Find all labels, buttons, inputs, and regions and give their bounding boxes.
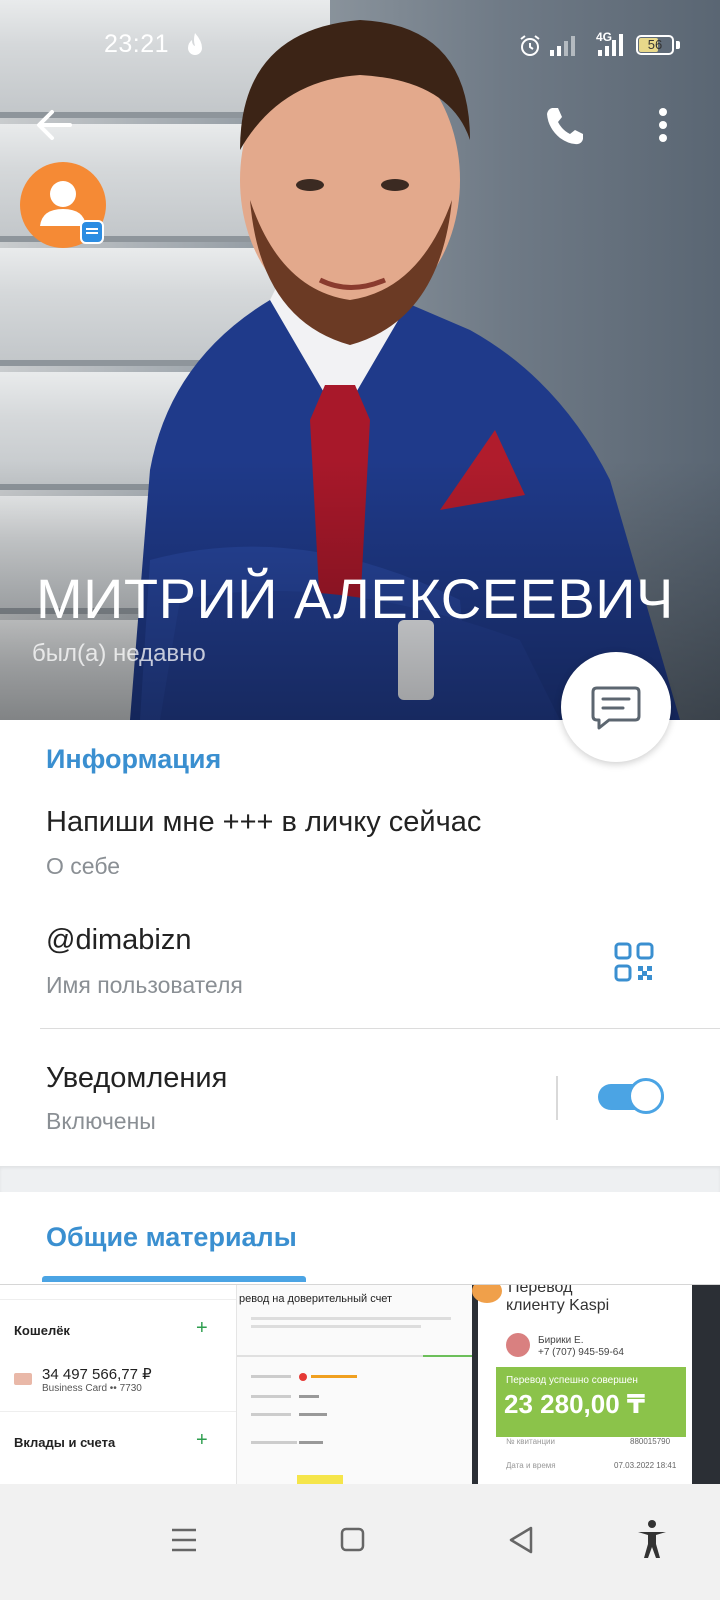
signal-icon — [550, 36, 575, 56]
username-text: @dimabizn — [46, 924, 192, 956]
qr-code-button[interactable] — [612, 940, 656, 984]
divider — [40, 1028, 720, 1029]
last-seen-status: был(а) недавно — [32, 640, 206, 667]
system-navigation-bar — [0, 1484, 720, 1600]
alarm-icon — [520, 35, 540, 56]
menu-nav-button[interactable] — [154, 1510, 214, 1570]
battery-icon: 56 — [636, 35, 674, 55]
clock: 23:21 — [104, 30, 170, 58]
media-thumbnail[interactable]: Перевод клиенту Kaspi Бирики Е. +7 (707)… — [472, 1285, 720, 1484]
signal-icon — [598, 34, 623, 56]
home-nav-button[interactable] — [322, 1510, 382, 1570]
call-button[interactable] — [540, 100, 590, 150]
notifications-toggle[interactable] — [598, 1078, 664, 1116]
info-section-title: Информация — [46, 744, 222, 774]
accessibility-icon[interactable] — [622, 1510, 682, 1570]
shared-media-title[interactable]: Общие материалы — [46, 1222, 297, 1253]
profile-name: МИТРИЙ АЛЕКСЕЕВИЧ — [36, 567, 674, 630]
notifications-state: Включены — [46, 1108, 156, 1134]
chat-badge-icon — [80, 220, 104, 244]
bio-caption: О себе — [46, 853, 121, 879]
shared-media-grid: Кошелёк + 34 497 566,77 ₽ Business Card … — [0, 1284, 720, 1484]
flame-icon — [188, 33, 202, 55]
chat-bubble-icon — [591, 686, 641, 730]
bio-text: Напиши мне +++ в личку сейчас — [46, 806, 482, 838]
divider — [556, 1076, 558, 1120]
back-nav-button[interactable] — [492, 1510, 552, 1570]
send-message-button[interactable] — [561, 652, 671, 762]
notifications-label: Уведомления — [46, 1062, 228, 1094]
status-bar: 23:21 4G 56 — [0, 0, 720, 90]
section-separator — [0, 1166, 720, 1192]
media-thumbnail[interactable]: Кошелёк + 34 497 566,77 ₽ Business Card … — [0, 1285, 236, 1484]
back-button[interactable] — [30, 100, 80, 150]
media-thumbnail[interactable]: ревод на доверительный счет — [236, 1285, 472, 1484]
username-caption: Имя пользователя — [46, 972, 243, 998]
tab-indicator — [42, 1276, 306, 1282]
more-options-button[interactable] — [648, 100, 678, 150]
